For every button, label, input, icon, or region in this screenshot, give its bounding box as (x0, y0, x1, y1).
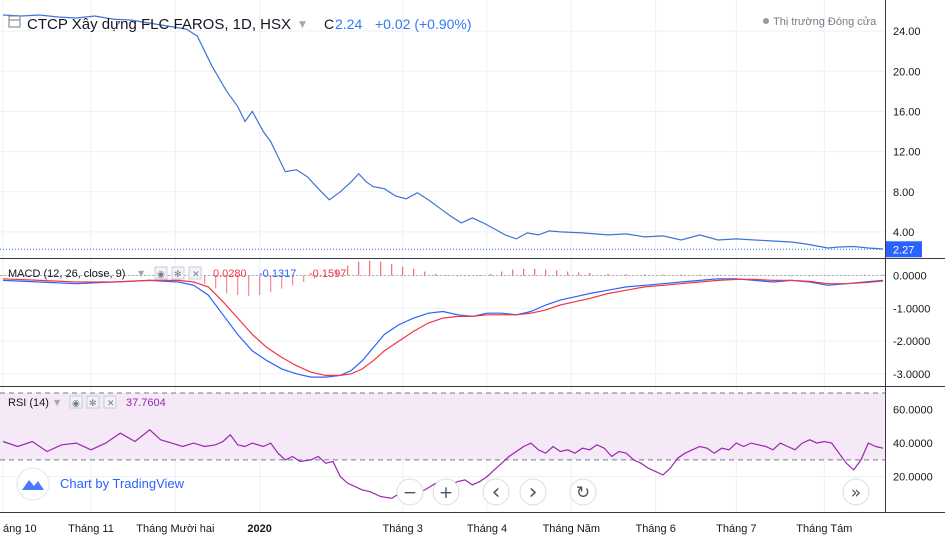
price-change: +0.02 (+0.90%) (375, 16, 472, 32)
chevron-right-icon: › (529, 480, 538, 505)
plus-icon: + (439, 483, 453, 503)
x-tick-label: 2020 (247, 523, 271, 535)
macd-hist-value: 0.0280 (213, 268, 247, 280)
zoom-out-button[interactable]: − (396, 478, 424, 506)
macd-label[interactable]: MACD (12, 26, close, 9) (8, 268, 125, 280)
macd-line-value: -0.1317 (259, 268, 296, 280)
close-icon: ✕ (192, 270, 200, 280)
branding-label[interactable]: Chart by TradingView (60, 476, 185, 491)
x-tick-label: Tháng Mười hai (136, 523, 214, 535)
x-tick-label: áng 10 (3, 523, 37, 535)
macd-menu-icon[interactable]: ▼ (138, 269, 145, 278)
symbol-legend[interactable]: CTCP Xây dựng FLC FAROS, 1D, HSX ▼ C 2.2… (8, 15, 472, 33)
y-tick-label: -1.0000 (893, 303, 930, 315)
y-tick-label: 20.0000 (893, 472, 933, 484)
macd-legend[interactable]: MACD (12, 26, close, 9) ▼ ◉ ✻ ✕ 0.0280 -… (8, 266, 346, 280)
symbol-menu-icon[interactable]: ▼ (299, 20, 306, 30)
minus-icon: − (403, 483, 417, 503)
scroll-right-button[interactable]: › (519, 478, 547, 506)
close-icon: ✕ (107, 399, 115, 409)
gear-icon: ✻ (89, 399, 97, 409)
x-tick-label: Tháng 6 (635, 523, 675, 535)
go-to-realtime-button[interactable]: » (842, 478, 870, 506)
y-tick-label: -2.0000 (893, 336, 930, 348)
y-tick-label: 4.00 (893, 227, 914, 239)
reset-icon: ↻ (576, 483, 590, 503)
eye-icon: ◉ (157, 270, 165, 280)
gear-icon: ✻ (174, 270, 182, 280)
x-tick-label: Tháng 11 (68, 523, 114, 535)
reset-chart-button[interactable]: ↻ (569, 478, 597, 506)
market-status: Thị trường Đóng cửa (763, 16, 877, 28)
y-tick-label: 8.00 (893, 187, 914, 199)
double-chevron-right-icon: » (851, 483, 861, 503)
rsi-menu-icon[interactable]: ▼ (54, 398, 61, 407)
eye-icon: ◉ (72, 399, 80, 409)
rsi-value: 37.7604 (126, 397, 166, 409)
status-dot-icon (763, 18, 769, 24)
macd-signal-value: -0.1597 (309, 268, 346, 280)
scroll-left-button[interactable]: ‹ (482, 478, 510, 506)
rsi-label[interactable]: RSI (14) (8, 397, 49, 409)
y-tick-label: 16.00 (893, 106, 921, 118)
close-label: C (324, 16, 334, 32)
symbol-title[interactable]: CTCP Xây dựng FLC FAROS, 1D, HSX (27, 16, 291, 33)
y-tick-label: 0.0000 (893, 270, 927, 282)
y-tick-label: 40.0000 (893, 438, 933, 450)
y-tick-label: 60.0000 (893, 405, 933, 417)
y-tick-label: 24.00 (893, 26, 921, 38)
market-status-text: Thị trường Đóng cửa (773, 16, 877, 28)
y-tick-label: 12.00 (893, 147, 921, 159)
y-tick-label: -3.0000 (893, 369, 930, 381)
zoom-in-button[interactable]: + (432, 478, 460, 506)
rsi-legend[interactable]: RSI (14) ▼ ◉ ✻ ✕ 37.7604 (8, 395, 166, 409)
last-price-label: 2.27 (893, 244, 914, 256)
close-value: 2.24 (335, 16, 362, 32)
x-tick-label: Tháng 3 (382, 523, 422, 535)
x-tick-label: Tháng Năm (543, 523, 600, 535)
x-tick-label: Tháng 4 (467, 523, 507, 535)
chevron-left-icon: ‹ (492, 480, 501, 505)
tradingview-logo-icon (16, 467, 50, 501)
x-tick-label: Tháng 7 (716, 523, 756, 535)
tradingview-chart: 4.00 8.00 12.00 16.00 20.00 24.00 2.27 0.0000 -1… (0, 0, 945, 548)
x-tick-label: Tháng Tám (796, 523, 852, 535)
y-tick-label: 20.00 (893, 66, 921, 78)
